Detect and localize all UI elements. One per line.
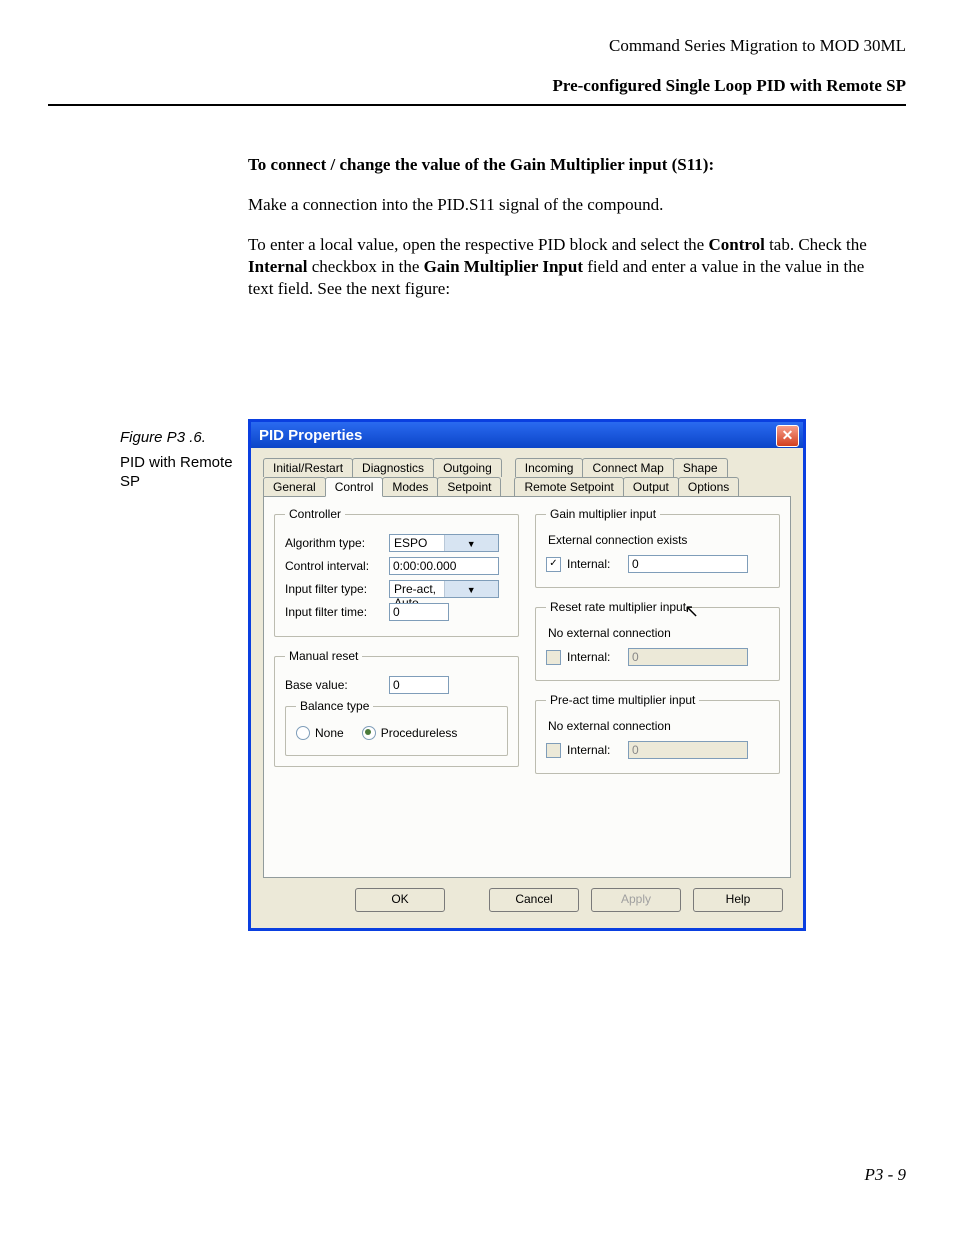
tab-diagnostics[interactable]: Diagnostics [352, 458, 434, 477]
ok-button[interactable]: OK [355, 888, 445, 912]
dialog-titlebar[interactable]: PID Properties [251, 422, 803, 448]
tab-incoming[interactable]: Incoming [515, 458, 584, 477]
manual-reset-group: Manual reset Base value: Balance type [274, 649, 519, 767]
page-number: P3 - 9 [864, 1165, 906, 1185]
algorithm-type-combo[interactable]: ESPO ▼ [389, 534, 499, 552]
gain-internal-input[interactable] [628, 555, 748, 573]
balance-procedureless-radio[interactable] [362, 726, 376, 740]
input-filter-type-label: Input filter type: [285, 582, 383, 596]
input-filter-type-combo[interactable]: Pre-act, Auto ▼ [389, 580, 499, 598]
section-title: Pre-configured Single Loop PID with Remo… [48, 76, 906, 96]
instruction-p2: To enter a local value, open the respect… [248, 234, 888, 300]
input-filter-time-label: Input filter time: [285, 605, 383, 619]
tab-output[interactable]: Output [623, 477, 679, 496]
chevron-down-icon: ▼ [444, 535, 499, 551]
p2-bold-internal: Internal [248, 257, 308, 276]
tab-remote-setpoint[interactable]: Remote Setpoint [514, 477, 623, 496]
gain-multiplier-group: Gain multiplier input External connectio… [535, 507, 780, 588]
p2-frag-b: tab. Check the [765, 235, 867, 254]
p2-bold-control: Control [708, 235, 764, 254]
preact-note: No external connection [548, 719, 769, 733]
tab-modes[interactable]: Modes [382, 477, 438, 496]
reset-rate-internal-checkbox[interactable] [546, 650, 561, 665]
controller-legend: Controller [285, 507, 345, 521]
control-interval-label: Control interval: [285, 559, 383, 573]
preact-internal-checkbox[interactable] [546, 743, 561, 758]
preact-group: Pre-act time multiplier input No externa… [535, 693, 780, 774]
gain-internal-label: Internal: [567, 557, 622, 571]
algorithm-type-value: ESPO [390, 535, 444, 551]
input-filter-time-input[interactable] [389, 603, 449, 621]
balance-none-label: None [315, 726, 344, 740]
reset-rate-group: Reset rate multiplier input No external … [535, 600, 780, 681]
balance-none-radio[interactable] [296, 726, 310, 740]
control-interval-input[interactable] [389, 557, 499, 575]
doc-title: Command Series Migration to MOD 30ML [48, 36, 906, 56]
tab-initial-restart[interactable]: Initial/Restart [263, 458, 353, 477]
base-value-input[interactable] [389, 676, 449, 694]
balance-procedureless-label: Procedureless [381, 726, 458, 740]
tab-control[interactable]: Control [325, 477, 384, 497]
algorithm-type-label: Algorithm type: [285, 536, 383, 550]
cancel-button[interactable]: Cancel [489, 888, 579, 912]
p2-frag-a: To enter a local value, open the respect… [248, 235, 708, 254]
apply-button: Apply [591, 888, 681, 912]
balance-type-legend: Balance type [296, 699, 373, 713]
gain-note: External connection exists [548, 533, 769, 547]
preact-internal-input [628, 741, 748, 759]
tab-shape[interactable]: Shape [673, 458, 728, 477]
tab-setpoint[interactable]: Setpoint [437, 477, 501, 496]
tab-connect-map[interactable]: Connect Map [582, 458, 673, 477]
header-rule [48, 104, 906, 106]
preact-legend: Pre-act time multiplier input [546, 693, 699, 707]
gain-multiplier-legend: Gain multiplier input [546, 507, 660, 521]
reset-rate-internal-label: Internal: [567, 650, 622, 664]
gain-internal-checkbox[interactable] [546, 557, 561, 572]
tab-options[interactable]: Options [678, 477, 739, 496]
base-value-label: Base value: [285, 678, 383, 692]
manual-reset-legend: Manual reset [285, 649, 362, 663]
dialog-title: PID Properties [259, 427, 362, 444]
control-tab-panel: ↖ Controller Algorithm type: ESPO ▼ [263, 496, 791, 878]
instruction-heading: To connect / change the value of the Gai… [248, 154, 888, 176]
pid-properties-dialog: PID Properties ✕ Initial/Restart Diagnos… [248, 419, 806, 931]
reset-rate-internal-input [628, 648, 748, 666]
tab-outgoing[interactable]: Outgoing [433, 458, 502, 477]
help-button[interactable]: Help [693, 888, 783, 912]
chevron-down-icon: ▼ [444, 581, 499, 597]
p2-bold-gmi: Gain Multiplier Input [424, 257, 583, 276]
reset-rate-legend: Reset rate multiplier input [546, 600, 690, 614]
tab-general[interactable]: General [263, 477, 326, 496]
controller-group: Controller Algorithm type: ESPO ▼ C [274, 507, 519, 637]
balance-type-group: Balance type None Procedurel [285, 699, 508, 756]
reset-rate-note: No external connection [548, 626, 769, 640]
figure-caption: PID with Remote SP [120, 454, 240, 492]
figure-label: Figure P3 .6. [120, 429, 240, 448]
close-button[interactable]: ✕ [776, 425, 799, 447]
input-filter-type-value: Pre-act, Auto [390, 581, 444, 597]
instruction-p1: Make a connection into the PID.S11 signa… [248, 194, 888, 216]
preact-internal-label: Internal: [567, 743, 622, 757]
p2-frag-c: checkbox in the [308, 257, 424, 276]
